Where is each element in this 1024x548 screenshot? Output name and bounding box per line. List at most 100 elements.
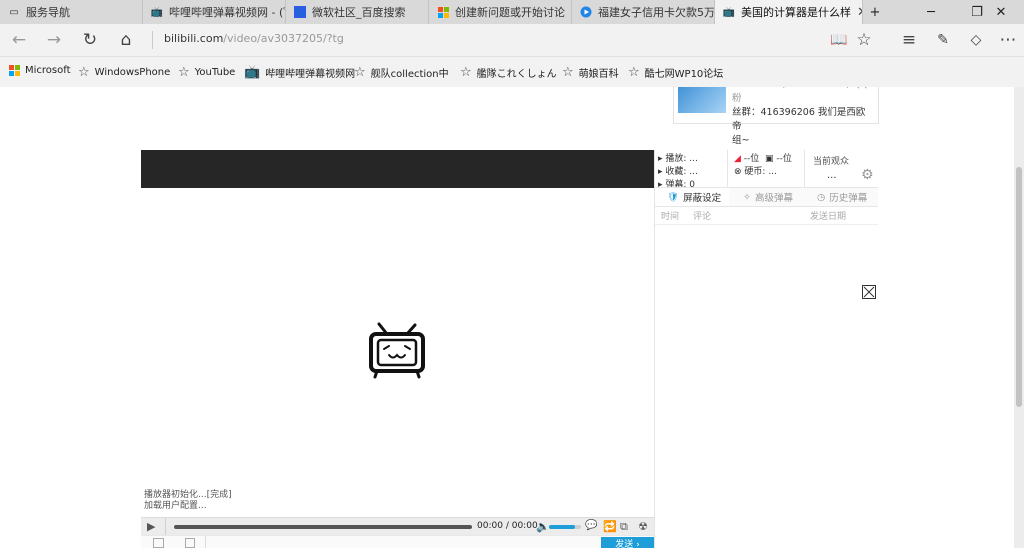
volume-slider[interactable]: [549, 525, 581, 529]
shield-icon: 🛡: [667, 191, 680, 203]
back-button[interactable]: ←: [5, 28, 33, 52]
time-display: 00:00 / 00:00: [477, 521, 538, 531]
tab-3[interactable]: 创建新问题或开始讨论: [429, 0, 572, 24]
microsoft-logo-icon: [9, 65, 20, 76]
player-status-log: 播放器初始化...[完成] 加载用户配置...: [144, 490, 232, 512]
address-field[interactable]: bilibili.com/video/av3037205/?tg: [164, 32, 344, 45]
favorite-item[interactable]: ☆ WindowsPhone: [78, 65, 170, 80]
tab-label: 屏蔽设定: [683, 193, 722, 204]
player-controls: ▶ 00:00 / 00:00 🔈 💬 🔁 ⧉ ☢: [141, 517, 654, 536]
bilibili-tv-icon: 📺: [722, 6, 736, 18]
favorite-count-text: 收藏: ...: [665, 167, 698, 177]
time-separator: /: [505, 521, 509, 531]
send-danmaku-button[interactable]: 发送 ›: [601, 537, 654, 548]
tab-strip: ▭ 服务导航 📺 哔哩哔哩弹幕视频网 - (゜ 🐾 微软社区_百度搜索 创建新问…: [0, 0, 1024, 24]
favorites-bar: Microsoft ☆ WindowsPhone ☆ YouTube 📺 哔哩哔…: [0, 57, 1024, 87]
favorite-item[interactable]: ☆ 舰队collection中: [354, 65, 449, 80]
tab-advanced-danmaku[interactable]: ✧ 高级弹幕: [743, 188, 793, 206]
tab-block-settings[interactable]: 🛡 屏蔽设定: [655, 188, 729, 206]
reading-view-icon[interactable]: 📖: [825, 28, 853, 52]
weibo-line: 丝群：416396206 我们是西欧帝: [732, 107, 866, 132]
favorite-item[interactable]: ☆ YouTube: [178, 65, 235, 80]
danmaku-toggle-icon[interactable]: 💬: [585, 520, 597, 531]
column-time[interactable]: 时间: [661, 209, 679, 222]
input-divider: [205, 536, 206, 548]
web-note-icon[interactable]: ✎: [929, 28, 957, 52]
fullscreen-icon[interactable]: ☢: [638, 520, 648, 533]
video-player-area[interactable]: 播放器初始化...[完成] 加载用户配置...: [141, 188, 654, 517]
tab-5-active[interactable]: 📺 美国的计算器是什么样 ✕: [715, 0, 863, 24]
viewers-label: 当前观众: [813, 157, 850, 167]
column-comment[interactable]: 评论: [693, 209, 711, 222]
column-date[interactable]: 发送日期: [810, 209, 846, 222]
player-title-bar: [141, 150, 654, 188]
danmaku-input-bar: 发送 ›: [141, 535, 654, 548]
loop-icon[interactable]: 🔁: [603, 520, 617, 533]
rank-2-text: --位: [776, 154, 792, 164]
tab-title: 哔哩哔哩弹幕视频网 - (゜: [169, 6, 286, 19]
play-count-text: 播放: ...: [665, 154, 698, 164]
forward-button[interactable]: →: [40, 28, 68, 52]
hub-menu-icon[interactable]: ≡: [895, 28, 923, 52]
rank-1-text: --位: [743, 154, 760, 164]
star-icon: ☆: [354, 65, 366, 80]
weibo-thumbnail[interactable]: [678, 87, 726, 113]
scrollbar-thumb[interactable]: [1016, 167, 1022, 407]
favorite-item[interactable]: ☆ 酷七网WP10论坛: [628, 65, 723, 80]
share-icon[interactable]: ◇: [962, 28, 990, 52]
play-count: ▸ 播放: ...: [658, 154, 698, 164]
tab-title: 服务导航: [26, 6, 70, 19]
volume-icon[interactable]: 🔈: [536, 520, 550, 533]
favorite-label: 酷七网WP10论坛: [644, 69, 724, 80]
close-window-button[interactable]: ✕: [978, 0, 1024, 24]
favorite-label: YouTube: [194, 67, 236, 78]
danmaku-list-header: 时间 评论 发送日期: [655, 206, 878, 225]
tab-title: 微软社区_百度搜索: [312, 6, 406, 19]
more-actions-icon[interactable]: ⋯: [994, 28, 1022, 52]
tab-0[interactable]: ▭ 服务导航: [0, 0, 143, 24]
favorite-item[interactable]: Microsoft: [9, 65, 71, 76]
settings-gear-icon[interactable]: ⚙: [861, 167, 874, 183]
star-icon: ☆: [628, 65, 640, 80]
stat-divider: [727, 150, 728, 187]
home-icon[interactable]: ⌂: [112, 28, 140, 52]
favorite-label: WindowsPhone: [94, 67, 171, 78]
page-icon: ▭: [9, 6, 19, 18]
url-divider: [152, 31, 153, 49]
tab-1[interactable]: 📺 哔哩哔哩弹幕视频网 - (゜: [143, 0, 286, 24]
page-scrollbar[interactable]: [1014, 87, 1024, 548]
weibo-text: weibo.com/3487033554/ QQ粉 丝群：416396206 我…: [732, 87, 874, 148]
danmaku-color-icon[interactable]: [185, 538, 195, 548]
tab-title: 创建新问题或开始讨论: [455, 6, 565, 19]
panel-tabs: 🛡 屏蔽设定 ✧ 高级弹幕 ◷ 历史弹幕: [655, 187, 878, 207]
danmaku-style-icon[interactable]: [153, 538, 164, 548]
favorite-count: ▸ 收藏: ...: [658, 167, 698, 177]
favorite-item[interactable]: ☆ 萌娘百科: [562, 65, 619, 80]
minimize-button[interactable]: ─: [908, 0, 954, 24]
bilibili-tv-icon: 📺: [244, 65, 261, 80]
status-line: 播放器初始化...[完成]: [144, 490, 232, 500]
favorite-label: 萌娘百科: [578, 69, 619, 80]
tab-history-danmaku[interactable]: ◷ 历史弹幕: [817, 188, 867, 206]
close-box-icon[interactable]: [862, 285, 876, 299]
url-path: /video/av3037205/?tg: [223, 32, 344, 45]
tab-title: 福建女子信用卡欠款5万半: [598, 6, 715, 19]
favorite-star-icon[interactable]: ☆: [850, 28, 878, 52]
stat-divider: [804, 150, 805, 187]
clock-icon: ◷: [817, 191, 826, 203]
play-button[interactable]: ▶: [147, 520, 155, 533]
baidu-paw-icon: 🐾: [294, 6, 306, 18]
tab-4[interactable]: 福建女子信用卡欠款5万半: [572, 0, 715, 24]
navigation-bar: ← → ↻ ⌂ bilibili.com/video/av3037205/?tg…: [0, 24, 1024, 57]
play-circle-icon: [580, 6, 592, 18]
refresh-button[interactable]: ↻: [76, 28, 104, 52]
favorite-item[interactable]: 📺 哔哩哔哩弹幕视频网: [244, 65, 355, 80]
favorite-item[interactable]: ☆ 艦隊これくしょん: [460, 65, 557, 80]
tab-2[interactable]: 🐾 微软社区_百度搜索: [286, 0, 429, 24]
new-tab-button[interactable]: +: [863, 0, 887, 24]
tab-title: 美国的计算器是什么样: [741, 6, 851, 19]
favorite-label: Microsoft: [25, 65, 71, 76]
progress-bar[interactable]: [174, 525, 472, 529]
widescreen-icon[interactable]: ⧉: [620, 520, 628, 534]
favorite-label: 哔哩哔哩弹幕视频网: [265, 69, 356, 80]
